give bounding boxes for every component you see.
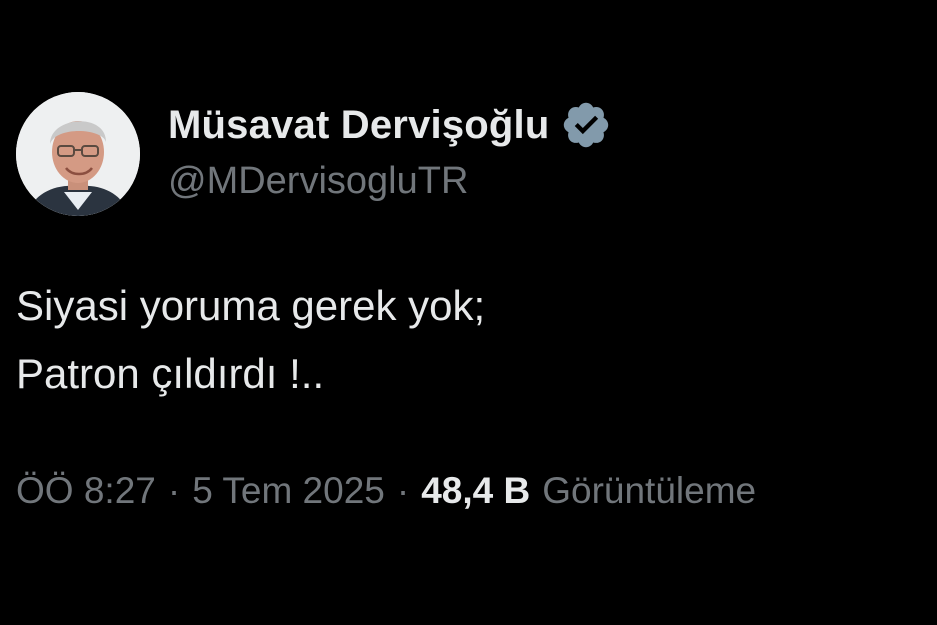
views-count[interactable]: 48,4 B (421, 470, 530, 512)
meta-separator: · (396, 470, 410, 511)
tweet-text-line: Patron çıldırdı !.. (16, 350, 325, 397)
tweet-date[interactable]: 5 Tem 2025 (192, 470, 385, 512)
tweet-text: Siyasi yoruma gerek yok; Patron çıldırdı… (16, 272, 485, 408)
tweet-time[interactable]: ÖÖ 8:27 (16, 470, 156, 512)
verified-badge-icon[interactable] (560, 99, 612, 151)
views-label[interactable]: Görüntüleme (542, 470, 756, 512)
avatar[interactable] (16, 92, 140, 216)
author-name-row[interactable]: Müsavat Dervişoğlu (168, 98, 612, 152)
profile-photo (16, 92, 140, 216)
author-display-name[interactable]: Müsavat Dervişoğlu (168, 103, 550, 148)
meta-separator: · (167, 470, 181, 511)
author-handle[interactable]: @MDervisogluTR (168, 160, 468, 203)
tweet: Müsavat Dervişoğlu @MDervisogluTR Siyasi… (0, 0, 937, 625)
tweet-text-line: Siyasi yoruma gerek yok; (16, 282, 486, 329)
tweet-meta: ÖÖ 8:27 · 5 Tem 2025 · 48,4 B Görüntülem… (16, 470, 756, 512)
